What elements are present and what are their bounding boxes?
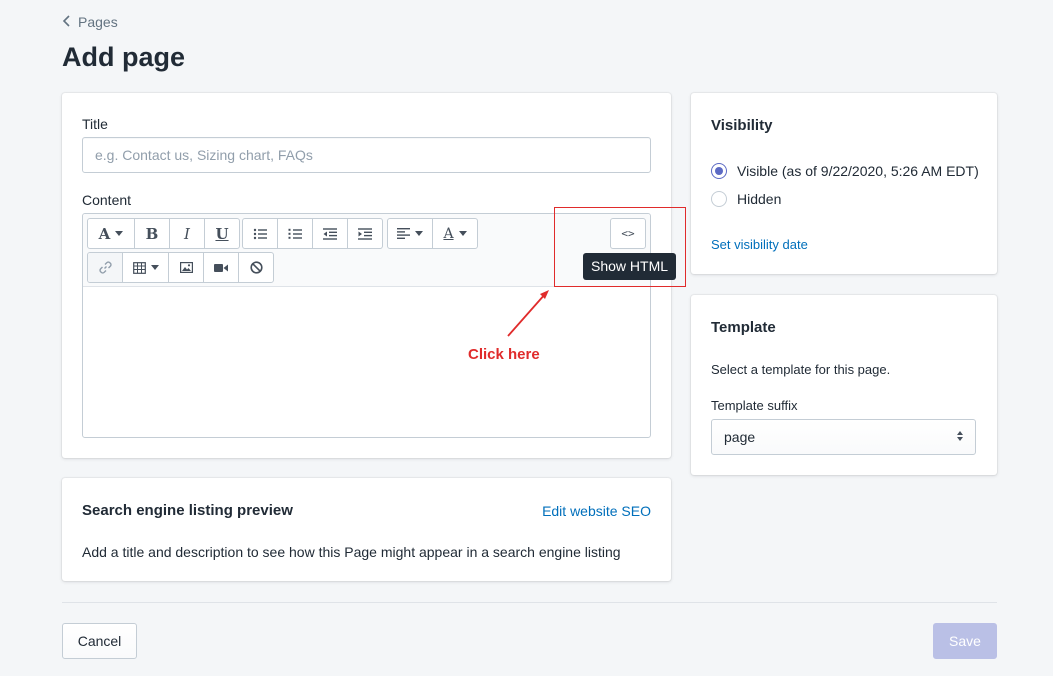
template-suffix-label: Template suffix <box>711 398 798 413</box>
underline-button[interactable]: U <box>205 219 239 248</box>
font-format-group: A B I U <box>87 218 240 249</box>
template-suffix-value: page <box>724 429 756 445</box>
footer-divider <box>62 602 997 603</box>
page-title: Add page <box>62 42 186 72</box>
seo-preview-card: Search engine listing preview Edit websi… <box>62 478 671 581</box>
seo-description: Add a title and description to see how t… <box>82 544 621 560</box>
indent-button[interactable] <box>348 219 382 248</box>
cancel-button[interactable]: Cancel <box>62 623 137 659</box>
radio-visible-label: Visible (as of 9/22/2020, 5:26 AM EDT) <box>737 163 979 179</box>
underline-icon: U <box>215 224 229 243</box>
insert-image-button[interactable] <box>169 253 204 282</box>
breadcrumb[interactable]: Pages <box>62 14 118 30</box>
save-button[interactable]: Save <box>933 623 997 659</box>
table-dropdown[interactable] <box>123 253 169 282</box>
chevron-left-icon <box>62 14 72 30</box>
template-card-title: Template <box>711 319 776 336</box>
insert-group <box>87 252 274 283</box>
outdent-icon <box>323 227 337 240</box>
radio-hidden[interactable]: Hidden <box>711 191 781 207</box>
set-visibility-date-link[interactable]: Set visibility date <box>711 237 808 252</box>
font-style-dropdown[interactable]: A <box>88 219 135 248</box>
insert-video-button[interactable] <box>204 253 239 282</box>
text-color-dropdown[interactable]: A <box>433 219 477 248</box>
title-label: Title <box>82 116 108 132</box>
indent-icon <box>358 227 372 240</box>
visibility-card-title: Visibility <box>711 117 773 134</box>
table-icon <box>132 261 146 274</box>
radio-hidden-label: Hidden <box>737 191 782 207</box>
link-icon <box>98 261 112 274</box>
select-arrows-icon <box>957 431 963 441</box>
clear-format-icon <box>249 261 263 274</box>
seo-card-title: Search engine listing preview <box>82 502 293 519</box>
clear-format-button[interactable] <box>239 253 273 282</box>
align-icon <box>397 228 410 239</box>
template-suffix-select[interactable]: page <box>711 419 976 455</box>
bullet-list-button[interactable] <box>243 219 278 248</box>
bullet-list-icon <box>253 228 267 240</box>
font-icon: A <box>98 224 111 243</box>
edit-website-seo-link[interactable]: Edit website SEO <box>542 503 651 519</box>
list-indent-group <box>242 218 383 249</box>
align-color-group: A <box>387 218 478 249</box>
outdent-button[interactable] <box>313 219 348 248</box>
video-icon <box>214 263 228 273</box>
numbered-list-icon <box>288 228 302 240</box>
link-button[interactable] <box>88 253 123 282</box>
numbered-list-button[interactable] <box>278 219 313 248</box>
template-description: Select a template for this page. <box>711 362 891 377</box>
radio-visible[interactable]: Visible (as of 9/22/2020, 5:26 AM EDT) <box>711 163 979 179</box>
bold-icon: B <box>145 224 159 243</box>
radio-hidden-input[interactable] <box>711 191 727 207</box>
align-dropdown[interactable] <box>388 219 433 248</box>
editor-content-area[interactable] <box>83 287 650 437</box>
content-label: Content <box>82 192 132 208</box>
visibility-card: Visibility Visible (as of 9/22/2020, 5:2… <box>691 93 997 274</box>
title-input[interactable] <box>82 137 651 173</box>
annotation-highlight-box <box>554 207 686 287</box>
image-icon <box>179 262 193 273</box>
radio-visible-input[interactable] <box>711 163 727 179</box>
breadcrumb-link-pages[interactable]: Pages <box>78 14 118 30</box>
template-card: Template Select a template for this page… <box>691 295 997 475</box>
text-color-icon: A <box>443 225 454 242</box>
annotation-label: Click here <box>468 346 540 363</box>
bold-button[interactable]: B <box>135 219 170 248</box>
italic-button[interactable]: I <box>170 219 205 248</box>
annotation-arrow-icon <box>507 290 549 337</box>
italic-icon: I <box>184 224 190 243</box>
